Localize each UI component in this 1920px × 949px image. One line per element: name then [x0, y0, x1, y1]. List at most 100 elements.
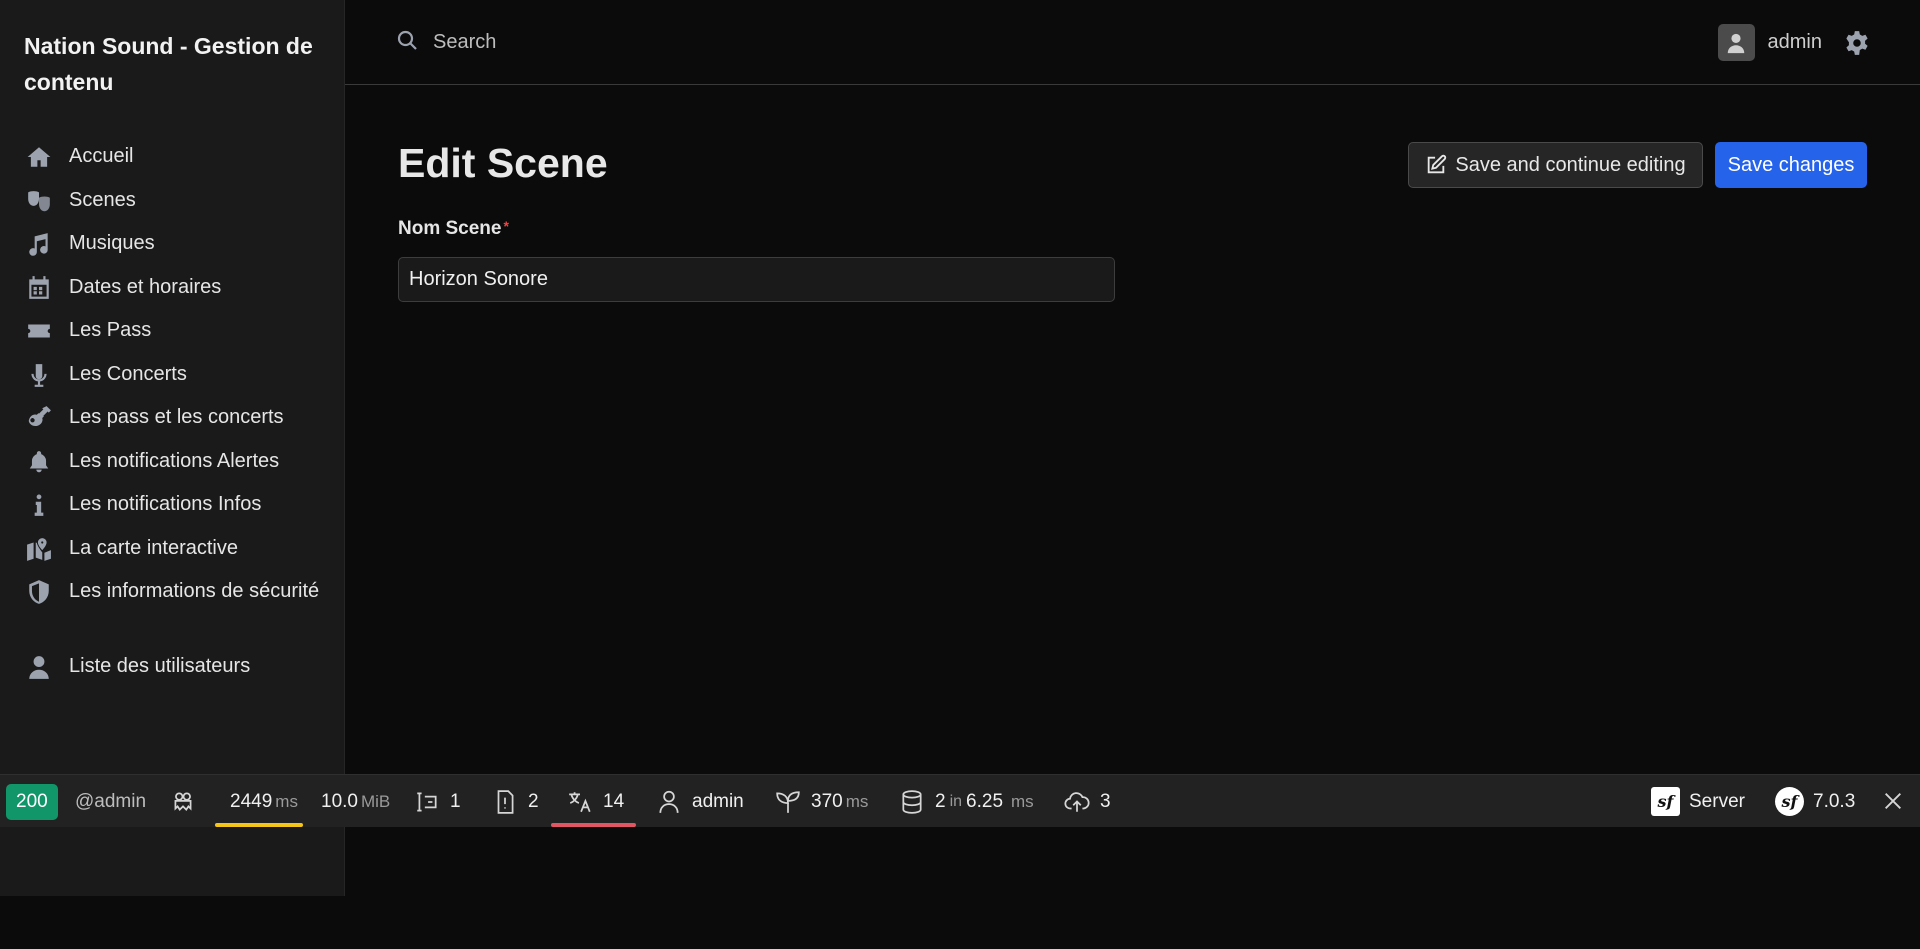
time-indicator [215, 823, 303, 827]
nom-scene-input[interactable] [398, 257, 1115, 302]
forms-item[interactable]: 1 [414, 775, 461, 828]
search-icon [395, 28, 419, 57]
sidebar-item-accueil[interactable]: Accueil [0, 141, 345, 185]
symfony-debug-toolbar: 200 @admin 2449 ms 10.0 MiB 1 2 14 admin 3… [0, 774, 1920, 827]
twig-item[interactable]: 370 ms [775, 775, 868, 828]
twig-time: 370 [811, 790, 843, 812]
time-unit: ms [275, 791, 298, 811]
nom-scene-label: Nom Scene * [398, 218, 509, 240]
user-icon [24, 654, 54, 680]
status-code: 200 [6, 783, 58, 820]
status-badge[interactable]: 200 [6, 775, 58, 828]
twig-unit: ms [845, 791, 869, 811]
route-name: @admin [75, 790, 147, 812]
brand-title[interactable]: Nation Sound - Gestion de contenu [24, 28, 324, 100]
user-avatar-icon [1727, 33, 1745, 53]
info-icon [24, 492, 54, 518]
translation-indicator [551, 823, 636, 827]
save-changes-button[interactable]: Save changes [1715, 142, 1867, 188]
sidebar-item-label: Les notifications Alertes [69, 449, 280, 472]
http-count: 3 [1100, 790, 1111, 812]
http-client-item[interactable]: 3 [1064, 775, 1111, 828]
save-and-continue-button[interactable]: Save and continue editing [1408, 142, 1703, 188]
gear-icon[interactable] [1844, 30, 1870, 56]
bell-icon [24, 449, 54, 475]
map-location-icon [24, 536, 54, 562]
home-icon [24, 144, 54, 170]
database-icon [902, 789, 922, 814]
sidebar-item-utilisateurs[interactable]: Liste des utilisateurs [0, 651, 345, 695]
sidebar-item-label: Musiques [69, 232, 155, 254]
close-icon [1882, 790, 1906, 814]
sidebar: Nation Sound - Gestion de contenu Accuei… [0, 0, 345, 896]
db-queries: 2 [935, 790, 946, 812]
save-and-continue-label: Save and continue editing [1455, 153, 1686, 176]
db-time: 6.25 [966, 790, 1004, 812]
sidebar-item-label: Dates et horaires [69, 275, 222, 298]
sidebar-item-label: Les pass et les concerts [69, 406, 284, 428]
sidebar-item-concerts[interactable]: Les Concerts [0, 359, 345, 403]
server-item[interactable]: sf Server [1651, 775, 1745, 828]
memory-item[interactable]: 10.0 MiB [321, 775, 390, 828]
microphone-icon [24, 362, 54, 388]
sidebar-item-carte[interactable]: La carte interactive [0, 533, 345, 577]
edit-icon [1428, 154, 1447, 174]
memory-value: 10.0 [321, 790, 358, 812]
time-value: 2449 [230, 790, 273, 812]
sidebar-item-label: Les Pass [69, 319, 152, 341]
shield-icon [24, 579, 54, 605]
symfony-logo-icon: sf [1651, 787, 1680, 816]
symfony-version: 7.0.3 [1813, 790, 1856, 812]
guitar-icon [24, 405, 54, 431]
db-in: in [949, 792, 963, 810]
symfony-logo-icon: sf [1775, 787, 1804, 816]
person-icon [659, 790, 679, 813]
music-icon [24, 231, 54, 257]
security-user: admin [692, 790, 744, 812]
ghost-icon[interactable] [170, 775, 196, 828]
memory-unit: MiB [360, 791, 391, 811]
server-label: Server [1689, 790, 1745, 812]
sidebar-item-scenes[interactable]: Scenes [0, 185, 345, 229]
avatar[interactable] [1717, 24, 1755, 61]
ticket-icon [24, 318, 54, 344]
calendar-icon [24, 275, 54, 301]
translations-count: 14 [603, 790, 625, 812]
sidebar-item-label: La carte interactive [69, 536, 238, 559]
database-item[interactable]: 2 in 6.25 ms [899, 775, 1034, 828]
symfony-version-item[interactable]: sf 7.0.3 [1775, 775, 1855, 828]
page-title: Edit Scene [398, 140, 608, 186]
theater-masks-icon [24, 188, 54, 214]
time-item[interactable]: 2449 ms [230, 775, 298, 828]
sidebar-item-dates[interactable]: Dates et horaires [0, 272, 345, 316]
sidebar-item-label: Accueil [69, 145, 134, 167]
sidebar-item-infos[interactable]: Les notifications Infos [0, 489, 345, 533]
logs-item[interactable]: 2 [492, 775, 539, 828]
translation-icon [569, 791, 591, 812]
log-icon [497, 789, 514, 814]
sidebar-item-alertes[interactable]: Les notifications Alertes [0, 446, 345, 490]
sidebar-item-securite[interactable]: Les informations de sécurité [0, 576, 345, 651]
sidebar-item-label: Liste des utilisateurs [69, 655, 251, 677]
sidebar-item-label: Les notifications Infos [69, 493, 262, 515]
cloud-upload-icon [1064, 791, 1090, 812]
sidebar-item-label: Scenes [69, 188, 136, 211]
close-toolbar-button[interactable] [1882, 775, 1906, 828]
translation-item[interactable]: 14 [567, 775, 624, 828]
topbar: admin [345, 0, 1920, 85]
sidebar-item-pass[interactable]: Les Pass [0, 315, 345, 359]
db-unit: ms [1011, 791, 1034, 811]
logs-count: 2 [528, 790, 539, 812]
user-name[interactable]: admin [1768, 31, 1822, 54]
security-item[interactable]: admin [656, 775, 744, 828]
search-input[interactable] [433, 31, 833, 54]
user-menu[interactable]: admin [1717, 24, 1870, 61]
sidebar-item-musiques[interactable]: Musiques [0, 228, 345, 272]
route-item[interactable]: @admin [75, 775, 146, 828]
sidebar-item-pass-concerts[interactable]: Les pass et les concerts [0, 402, 345, 446]
sidebar-menu: Accueil Scenes Musiques Dates et horaire… [0, 141, 345, 695]
save-changes-label: Save changes [1727, 153, 1855, 176]
sidebar-item-label: Les informations de sécurité [69, 580, 320, 602]
nom-scene-label-text: Nom Scene [398, 218, 502, 239]
forms-count: 1 [450, 790, 461, 812]
